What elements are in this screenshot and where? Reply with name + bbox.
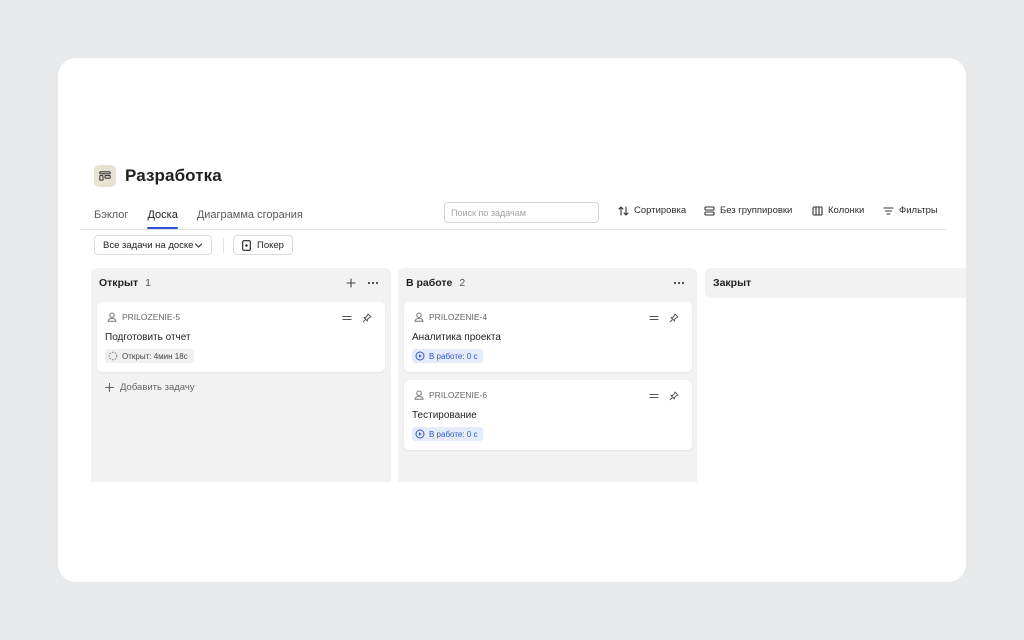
status-text: Открыт: 4мин 18с <box>122 351 188 361</box>
task-title: Тестирование <box>412 410 477 421</box>
poker-label: Покер <box>257 239 284 251</box>
task-key: PRILOZENIE-4 <box>414 312 487 322</box>
priority-icon[interactable] <box>646 389 662 403</box>
task-scope-value: Все задачи на доске <box>103 239 194 251</box>
task-key-text: PRILOZENIE-5 <box>122 312 181 322</box>
sort-button[interactable]: Сортировка <box>618 205 686 216</box>
status-text: В работе: 0 с <box>429 351 478 361</box>
grouping-button[interactable]: Без группировки <box>704 205 792 216</box>
tab-burndown[interactable]: Диаграмма сгорания <box>197 207 303 229</box>
column-title: Закрыт <box>713 277 752 289</box>
plus-icon <box>105 383 114 392</box>
grouping-icon <box>704 205 715 216</box>
column-title: Открыт <box>99 277 139 289</box>
columns-icon <box>812 205 823 216</box>
tabs-divider <box>80 229 946 230</box>
task-key: PRILOZENIE-6 <box>414 390 487 400</box>
add-task-button[interactable]: Добавить задачу <box>105 382 195 393</box>
assignee-icon <box>107 312 117 322</box>
task-key-text: PRILOZENIE-4 <box>429 312 488 322</box>
pin-icon[interactable] <box>359 311 375 325</box>
more-icon[interactable] <box>671 276 687 290</box>
toolbar-divider <box>223 238 224 253</box>
filter-icon <box>883 206 894 215</box>
column-count: 2 <box>459 277 466 289</box>
task-title: Аналитика проекта <box>412 332 501 343</box>
more-icon[interactable] <box>365 276 381 290</box>
task-key: PRILOZENIE-5 <box>107 312 180 322</box>
columns-label: Колонки <box>828 205 865 216</box>
column-open: Открыт 1 PRILOZENIE-5 Подготовить отчет … <box>91 268 391 482</box>
status-badge: В работе: 0 с <box>412 427 484 441</box>
filters-label: Фильтры <box>899 205 938 216</box>
assignee-icon <box>414 390 424 400</box>
column-in-progress: В работе 2 PRILOZENIE-4 Аналитика проект… <box>398 268 697 482</box>
task-title: Подготовить отчет <box>105 332 191 343</box>
sort-label: Сортировка <box>634 205 687 216</box>
view-tabs: Бэклог Доска Диаграмма сгорания <box>94 207 322 229</box>
app-window: Разработка Бэклог Доска Диаграмма сгоран… <box>58 58 966 582</box>
assignee-icon <box>414 312 424 322</box>
column-closed: Закрыт <box>705 268 966 298</box>
card-actions <box>642 311 682 325</box>
project-header: Разработка <box>94 165 222 187</box>
column-header: Закрыт <box>713 277 751 289</box>
play-circle-icon <box>415 429 425 439</box>
status-badge: В работе: 0 с <box>412 349 484 363</box>
task-scope-select[interactable]: Все задачи на доске <box>94 235 212 255</box>
task-card[interactable]: PRILOZENIE-6 Тестирование В работе: 0 с <box>404 380 692 450</box>
task-card[interactable]: PRILOZENIE-4 Аналитика проекта В работе:… <box>404 302 692 372</box>
priority-icon[interactable] <box>339 311 355 325</box>
column-count: 1 <box>145 277 151 289</box>
play-circle-icon <box>415 351 425 361</box>
poker-button[interactable]: Покер <box>233 235 293 255</box>
column-title: В работе <box>406 277 453 289</box>
pin-icon[interactable] <box>666 389 682 403</box>
task-card[interactable]: PRILOZENIE-5 Подготовить отчет Открыт: 4… <box>97 302 385 372</box>
card-actions <box>335 311 375 325</box>
page-title: Разработка <box>125 166 222 185</box>
task-key-text: PRILOZENIE-6 <box>429 390 488 400</box>
sort-icon <box>618 205 629 216</box>
poker-icon <box>242 239 251 251</box>
pin-icon[interactable] <box>666 311 682 325</box>
column-header: Открыт 1 <box>99 277 151 289</box>
column-header: В работе 2 <box>406 277 465 289</box>
board-icon <box>94 165 116 187</box>
search-input[interactable] <box>444 202 599 223</box>
chevron-down-icon <box>194 243 203 248</box>
column-actions <box>665 276 687 290</box>
tab-board[interactable]: Доска <box>147 207 179 229</box>
status-text: В работе: 0 с <box>429 429 478 439</box>
add-task-label: Добавить задачу <box>120 382 195 393</box>
priority-icon[interactable] <box>646 311 662 325</box>
card-actions <box>642 389 682 403</box>
column-actions <box>337 276 381 290</box>
filters-button[interactable]: Фильтры <box>883 205 938 216</box>
status-open-icon <box>108 351 118 361</box>
tab-backlog[interactable]: Бэклог <box>94 207 128 229</box>
status-badge: Открыт: 4мин 18с <box>105 349 194 363</box>
grouping-label: Без группировки <box>720 205 793 216</box>
columns-button[interactable]: Колонки <box>812 205 864 216</box>
add-icon[interactable] <box>343 276 359 290</box>
